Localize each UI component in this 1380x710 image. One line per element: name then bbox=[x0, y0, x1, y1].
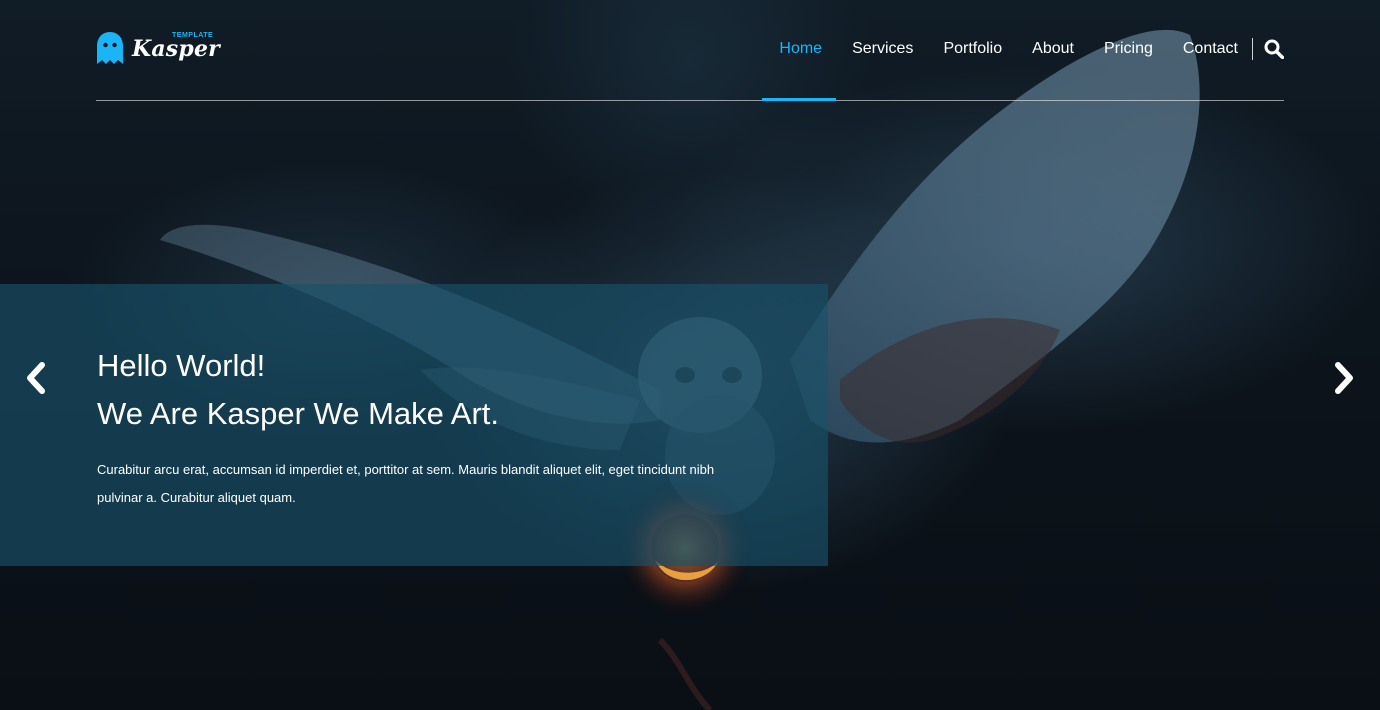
slide-heading-line2: We Are Kasper We Make Art. bbox=[97, 396, 500, 431]
ghost-icon bbox=[97, 32, 123, 64]
chevron-right-icon[interactable] bbox=[1331, 360, 1357, 396]
nav-link-home[interactable]: Home bbox=[779, 34, 822, 64]
brand-logo[interactable]: Kasper TEMPLATE bbox=[96, 28, 220, 68]
brand-wordmark: Kasper TEMPLATE bbox=[132, 28, 220, 68]
brand-tagline: TEMPLATE bbox=[172, 32, 214, 39]
nav-link-services[interactable]: Services bbox=[852, 34, 913, 64]
search-icon[interactable] bbox=[1264, 39, 1284, 59]
nav-link-portfolio[interactable]: Portfolio bbox=[943, 34, 1002, 64]
nav-link-contact[interactable]: Contact bbox=[1183, 34, 1238, 64]
brand-name: Kasper bbox=[132, 36, 220, 62]
header-bar: Kasper TEMPLATE Home Services Portfolio … bbox=[96, 0, 1284, 101]
nav-link-pricing[interactable]: Pricing bbox=[1104, 34, 1153, 64]
hero-section: Kasper TEMPLATE Home Services Portfolio … bbox=[0, 0, 1380, 710]
nav-link-about[interactable]: About bbox=[1032, 34, 1074, 64]
main-nav: Home Services Portfolio About Pricing Co… bbox=[779, 34, 1284, 64]
chevron-left-icon[interactable] bbox=[23, 360, 49, 396]
slide-heading: Hello World! We Are Kasper We Make Art. bbox=[97, 342, 499, 438]
slide-caption: Hello World! We Are Kasper We Make Art. … bbox=[0, 284, 828, 566]
nav-divider bbox=[1252, 38, 1253, 60]
slide-body-text: Curabitur arcu erat, accumsan id imperdi… bbox=[97, 462, 715, 505]
active-nav-indicator bbox=[762, 98, 836, 101]
slide-heading-line1: Hello World! bbox=[97, 348, 266, 383]
